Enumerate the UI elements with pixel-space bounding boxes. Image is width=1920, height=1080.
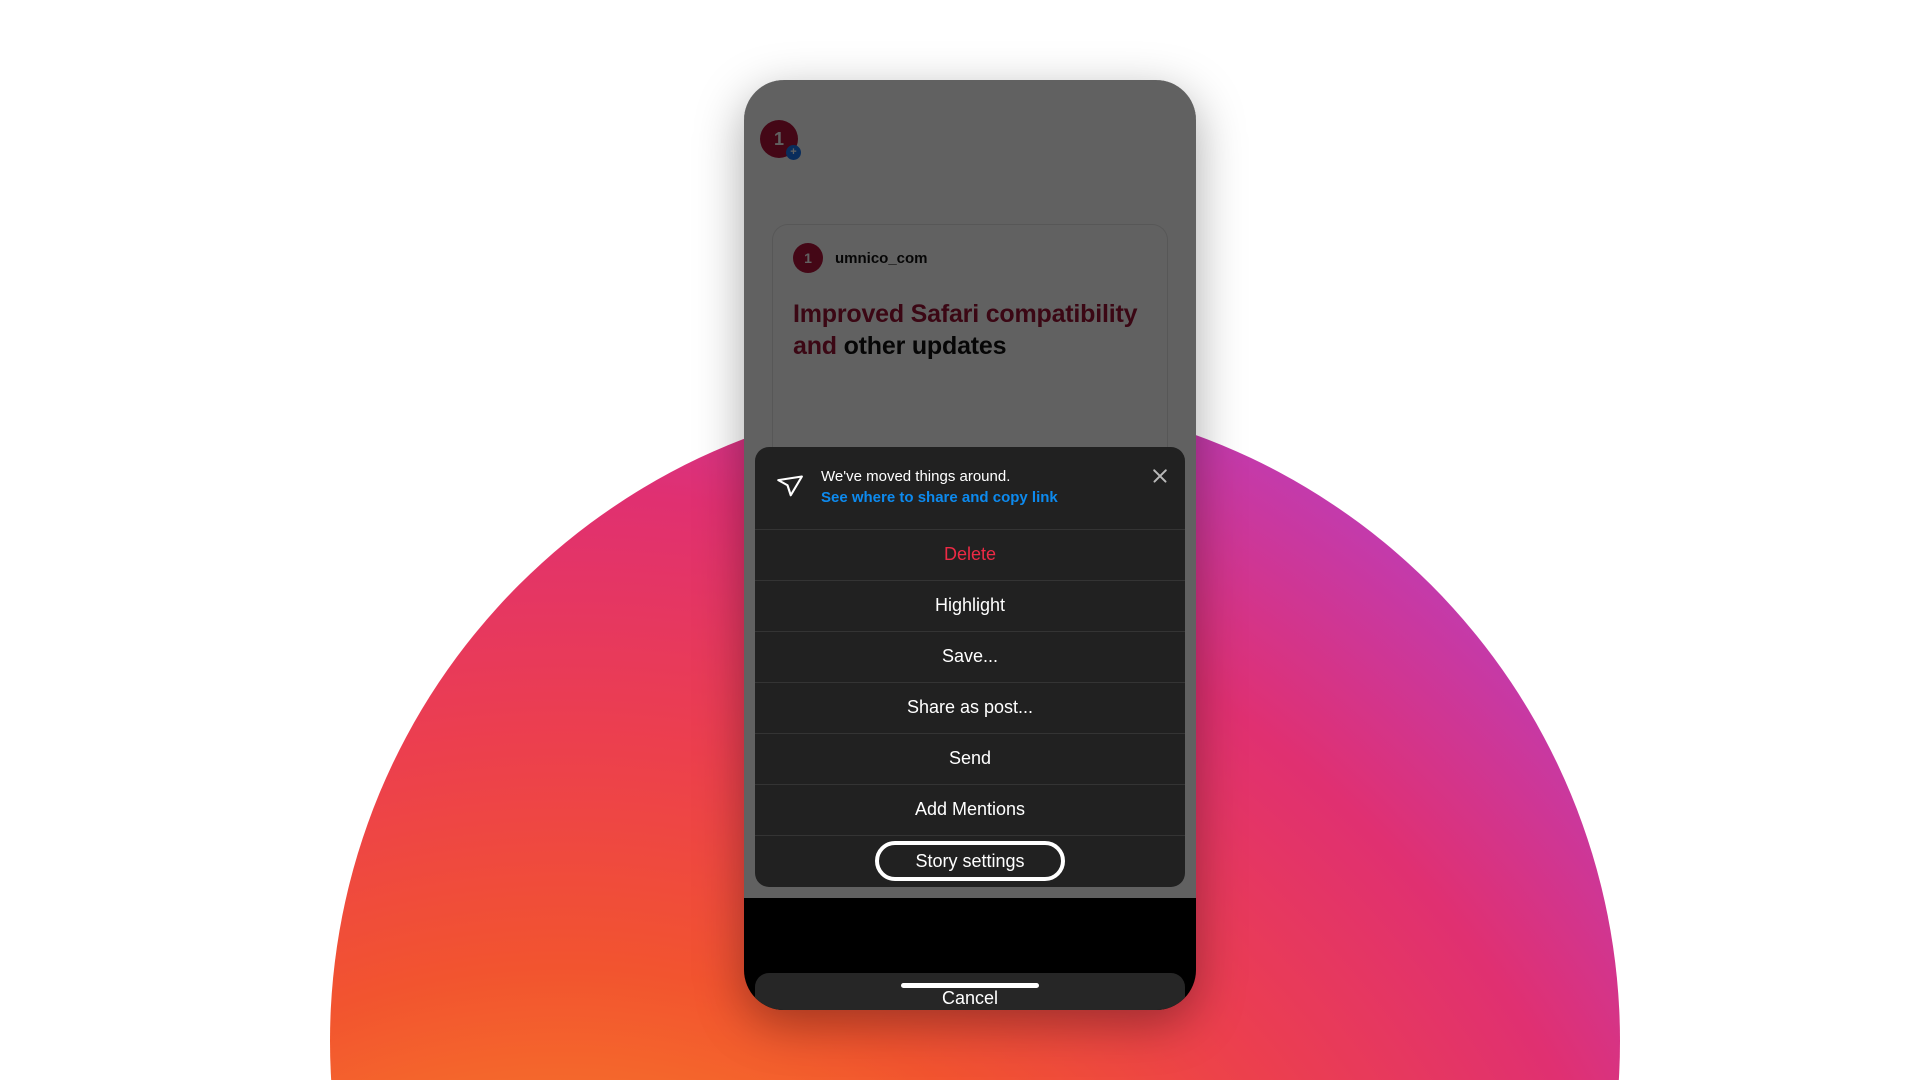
menu-item-label: Share as post... bbox=[906, 697, 1034, 717]
story-progress-bar bbox=[760, 99, 1180, 102]
story-header: 1 + Your story 48s bbox=[744, 112, 1196, 166]
moved-things-banner: We've moved things around. See where to … bbox=[755, 447, 1185, 529]
send-icon bbox=[777, 475, 803, 497]
banner-title: We've moved things around. bbox=[821, 468, 1011, 485]
menu-item-label: Story settings bbox=[875, 841, 1065, 881]
headline-rest-text: other updates bbox=[836, 331, 1007, 360]
menu-item-label: Send bbox=[948, 748, 992, 768]
close-icon[interactable] bbox=[1150, 124, 1180, 154]
avatar-plus-icon[interactable]: + bbox=[786, 145, 801, 160]
home-indicator bbox=[901, 983, 1039, 988]
story-card-header: 1 umnico_com bbox=[793, 243, 1147, 273]
story-username[interactable]: Your story bbox=[812, 129, 896, 149]
story-avatar[interactable]: 1 + bbox=[760, 120, 801, 160]
menu-item-share-as-post[interactable]: Share as post... bbox=[755, 681, 1185, 733]
menu-item-label: Save... bbox=[941, 646, 999, 666]
story-avatar-badge: 1 bbox=[773, 128, 784, 149]
menu-item-label: Add Mentions bbox=[914, 799, 1026, 819]
banner-close-icon[interactable] bbox=[1151, 467, 1169, 485]
phone-frame: 1 umnico_com Improved Safari compatibili… bbox=[744, 80, 1196, 1010]
menu-item-delete[interactable]: Delete bbox=[755, 528, 1185, 580]
story-content-card: 1 umnico_com Improved Safari compatibili… bbox=[772, 224, 1168, 464]
menu-item-label: Highlight bbox=[934, 595, 1006, 615]
story-card-avatar-badge: 1 bbox=[804, 250, 812, 266]
menu-item-add-mentions[interactable]: Add Mentions bbox=[755, 783, 1185, 835]
story-card-headline: Improved Safari compatibility and other … bbox=[793, 299, 1147, 362]
menu-item-label: Delete bbox=[943, 544, 997, 564]
menu-item-send[interactable]: Send bbox=[755, 732, 1185, 784]
menu-item-story-settings[interactable]: Story settings bbox=[755, 834, 1185, 887]
story-card-username: umnico_com bbox=[835, 249, 928, 267]
story-timestamp: 48s bbox=[907, 130, 934, 147]
menu-item-highlight[interactable]: Highlight bbox=[755, 579, 1185, 631]
cancel-button[interactable]: Cancel bbox=[755, 973, 1185, 1010]
banner-text-block: We've moved things around. See where to … bbox=[821, 467, 1169, 509]
action-sheet: We've moved things around. See where to … bbox=[755, 447, 1185, 887]
banner-link[interactable]: See where to share and copy link bbox=[821, 488, 1143, 508]
menu-item-save[interactable]: Save... bbox=[755, 630, 1185, 682]
story-card-avatar: 1 bbox=[793, 243, 823, 273]
cancel-button-label: Cancel bbox=[941, 987, 999, 1008]
story-progress-fill bbox=[760, 99, 1004, 102]
